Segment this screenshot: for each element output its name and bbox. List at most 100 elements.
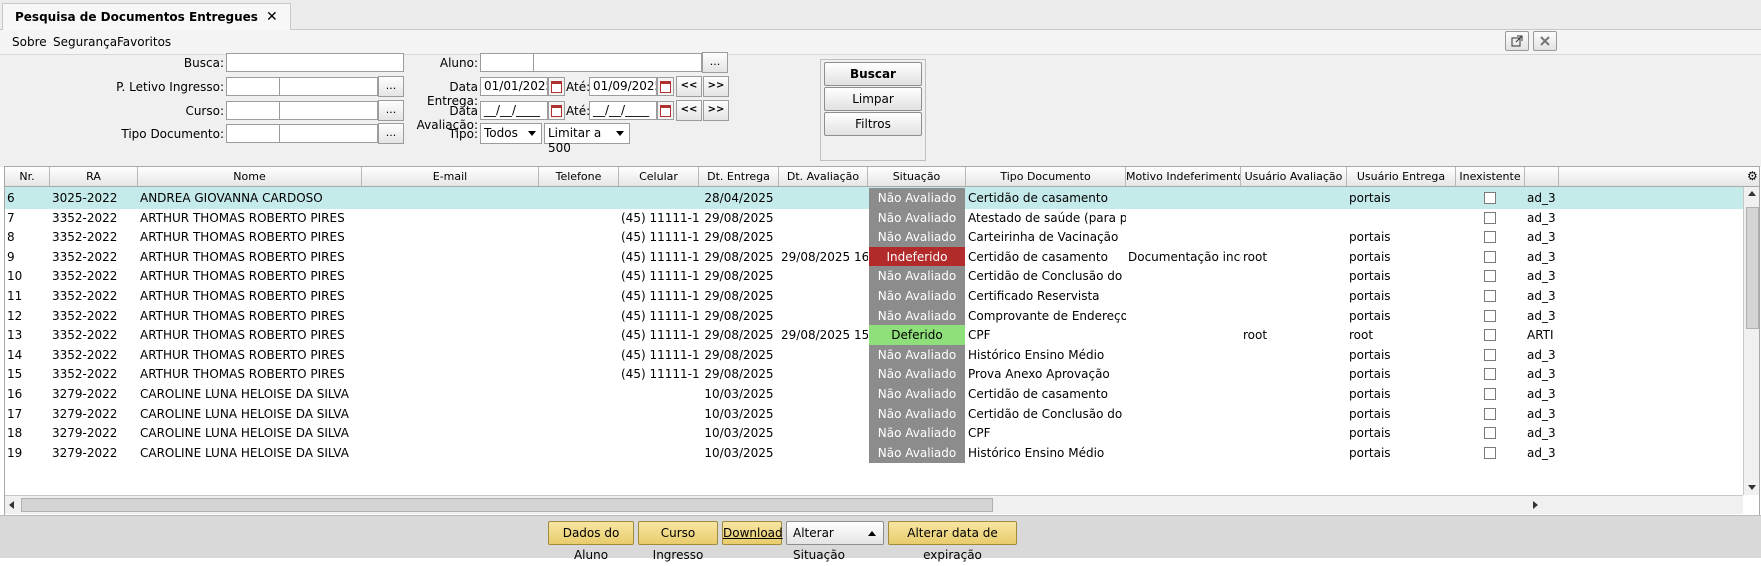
tipo-documento-name-input[interactable]: [279, 124, 378, 143]
horizontal-scrollbar[interactable]: [5, 495, 1743, 514]
cell-extra: ad_3: [1527, 445, 1556, 460]
curso-ingresso-button[interactable]: Curso Ingresso: [638, 521, 718, 562]
vertical-scroll-thumb[interactable]: [1746, 207, 1759, 329]
inexistente-checkbox[interactable]: [1484, 192, 1496, 204]
calendar-icon[interactable]: [657, 101, 674, 120]
column-header[interactable]: Telefone: [539, 167, 619, 186]
table-row[interactable]: 19 3279-2022 CAROLINE LUNA HELOISE DA SILV…: [5, 442, 1743, 464]
inexistente-checkbox[interactable]: [1484, 290, 1496, 302]
tipo-label: Tipo:: [448, 127, 478, 141]
column-header[interactable]: Usuário Avaliação: [1241, 167, 1347, 186]
inexistente-checkbox[interactable]: [1484, 329, 1496, 342]
buscar-button[interactable]: Buscar: [824, 62, 922, 86]
inexistente-checkbox[interactable]: [1484, 270, 1496, 283]
cell-nr: 19: [7, 445, 23, 460]
column-header[interactable]: E-mail: [362, 167, 539, 186]
limpar-button[interactable]: Limpar: [824, 87, 922, 111]
periodo-code-input[interactable]: [226, 77, 280, 96]
busca-input[interactable]: [226, 53, 404, 72]
scroll-down-icon[interactable]: [1748, 485, 1756, 490]
status-badge: Não Avaliado: [869, 384, 965, 404]
data-entrega-de-input[interactable]: 01/01/2025: [480, 77, 548, 96]
menu-seguranca[interactable]: Segurança: [53, 35, 117, 49]
status-badge: Não Avaliado: [869, 364, 965, 385]
tab-title: Pesquisa de Documentos Entregues: [15, 10, 258, 24]
status-badge: Não Avaliado: [869, 188, 965, 208]
status-badge: Não Avaliado: [869, 442, 965, 463]
periodo-label: P. Letivo Ingresso:: [116, 80, 224, 94]
menu-favoritos[interactable]: Favoritos: [117, 35, 171, 49]
inexistente-checkbox[interactable]: [1484, 446, 1496, 459]
cell-tipo: Histórico Ensino Médio: [968, 445, 1105, 460]
calendar-icon[interactable]: [548, 101, 565, 120]
aluno-code-input[interactable]: [480, 53, 534, 72]
next-period-button[interactable]: >>: [703, 76, 729, 97]
column-header[interactable]: Celular: [619, 167, 699, 186]
inexistente-checkbox[interactable]: [1484, 388, 1496, 400]
download-button[interactable]: Download: [722, 521, 783, 545]
alterar-data-expiracao-button[interactable]: Alterar data de expiração: [888, 521, 1017, 562]
inexistente-checkbox[interactable]: [1484, 309, 1496, 322]
scroll-up-icon[interactable]: [1748, 191, 1756, 196]
curso-code-input[interactable]: [226, 101, 280, 120]
alterar-situacao-button[interactable]: Alterar Situação: [786, 521, 884, 562]
periodo-name-input[interactable]: [279, 77, 378, 96]
column-header[interactable]: Tipo Documento: [966, 167, 1126, 186]
horizontal-scroll-thumb[interactable]: [21, 498, 993, 512]
data-entrega-ate-input[interactable]: 01/09/2025: [589, 77, 657, 96]
column-header[interactable]: Usuário Entrega: [1347, 167, 1456, 186]
inexistente-checkbox[interactable]: [1484, 348, 1496, 361]
calendar-icon[interactable]: [657, 77, 674, 96]
next-period-button[interactable]: >>: [703, 100, 729, 121]
inexistente-checkbox[interactable]: [1484, 407, 1496, 420]
cell-entrega: 10/03/2025: [704, 445, 774, 460]
cell-motivo: [1126, 442, 1241, 464]
data-avaliacao-ate-input[interactable]: __/__/____: [589, 101, 657, 120]
inexistente-checkbox[interactable]: [1484, 231, 1496, 244]
limite-select[interactable]: Limitar a 500: [544, 123, 630, 155]
cell-usr_av: [1241, 442, 1347, 464]
column-header[interactable]: Dt. Avaliação: [779, 167, 868, 186]
status-badge: Não Avaliado: [869, 403, 965, 424]
inexistente-checkbox[interactable]: [1484, 211, 1496, 224]
scroll-right-icon[interactable]: [1533, 501, 1538, 509]
prev-period-button[interactable]: <<: [676, 76, 702, 97]
column-header[interactable]: Dt. Entrega: [699, 167, 779, 186]
tipo-select[interactable]: Todos: [480, 123, 542, 144]
dados-aluno-button[interactable]: Dados do Aluno: [548, 521, 634, 562]
data-avaliacao-de-input[interactable]: __/__/____: [480, 101, 548, 120]
cell-usr_ent: portais: [1349, 445, 1391, 460]
scroll-left-icon[interactable]: [9, 501, 14, 509]
external-window-icon[interactable]: [1505, 31, 1529, 51]
column-header[interactable]: Motivo Indeferimento: [1126, 167, 1241, 186]
grid-header: Nr. RA Nome E-mail Telefone Celular Dt. Entreg…: [5, 167, 1759, 187]
filtros-button[interactable]: Filtros: [824, 112, 922, 136]
cell-ra: 3279-2022: [52, 445, 118, 460]
column-header[interactable]: Situação: [868, 167, 966, 186]
gear-icon[interactable]: ⚙: [1747, 170, 1759, 182]
tipo-documento-search-button[interactable]: ...: [378, 123, 404, 144]
tab-pesquisa-documentos[interactable]: Pesquisa de Documentos Entregues ✕: [2, 3, 291, 30]
cell-avaliacao: [779, 442, 868, 464]
tipo-documento-code-input[interactable]: [226, 124, 280, 143]
close-window-icon[interactable]: [1533, 31, 1557, 51]
aluno-search-button[interactable]: ...: [702, 52, 728, 73]
column-header[interactable]: Inexistente: [1456, 167, 1525, 186]
aluno-name-input[interactable]: [533, 53, 702, 72]
inexistente-checkbox[interactable]: [1484, 368, 1496, 381]
status-badge: Deferido: [869, 325, 965, 346]
vertical-scrollbar[interactable]: [1743, 187, 1759, 495]
inexistente-checkbox[interactable]: [1484, 250, 1496, 263]
column-header[interactable]: RA: [50, 167, 138, 186]
calendar-icon[interactable]: [548, 77, 565, 96]
menu-sobre[interactable]: Sobre: [12, 35, 47, 49]
close-icon[interactable]: ✕: [266, 9, 278, 25]
column-header[interactable]: Nr.: [5, 167, 50, 186]
curso-name-input[interactable]: [279, 101, 378, 120]
inexistente-checkbox[interactable]: [1484, 427, 1496, 440]
column-header[interactable]: Nome: [138, 167, 362, 186]
status-badge: Não Avaliado: [869, 266, 965, 287]
periodo-search-button[interactable]: ...: [378, 76, 404, 97]
prev-period-button[interactable]: <<: [676, 100, 702, 121]
column-header[interactable]: [1525, 167, 1559, 186]
